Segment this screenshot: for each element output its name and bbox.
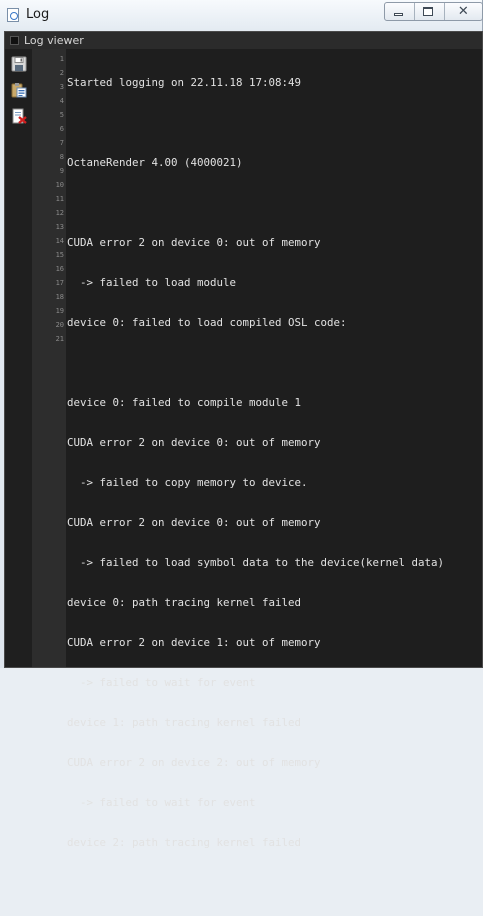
log-line: -> failed to load module	[67, 276, 237, 289]
copy-log-button[interactable]	[11, 82, 27, 98]
minimize-icon	[394, 13, 403, 16]
log-line: device 1: path tracing kernel failed	[67, 716, 302, 729]
clear-log-button[interactable]	[11, 108, 27, 124]
line-number: 5	[59, 111, 64, 119]
log-line: device 2: path tracing kernel failed	[67, 836, 302, 849]
log-line: -> failed to wait for event	[67, 676, 256, 689]
copy-to-clipboard-icon	[11, 83, 27, 98]
line-number: 7	[59, 139, 64, 147]
panel-toggle[interactable]	[10, 36, 19, 45]
line-numbers: 1 2 3 4 5 6 7 8 9 10 11 12 13 14 15 16 1…	[32, 52, 64, 346]
panel-header: Log viewer	[5, 32, 482, 49]
log-line: -> failed to load symbol data to the dev…	[67, 556, 445, 569]
panel-title: Log viewer	[24, 34, 84, 47]
close-icon: ✕	[457, 4, 469, 19]
line-number: 3	[59, 83, 64, 91]
line-number: 1	[59, 55, 64, 63]
line-number: 4	[59, 97, 64, 105]
log-line: CUDA error 2 on device 0: out of memory	[67, 516, 321, 529]
log-line: CUDA error 2 on device 2: out of memory	[67, 756, 321, 769]
maximize-button[interactable]	[415, 3, 445, 20]
log-line: CUDA error 2 on device 0: out of memory	[67, 236, 321, 249]
line-number: 19	[55, 307, 64, 315]
save-log-button[interactable]	[11, 56, 27, 72]
log-line: device 0: path tracing kernel failed	[67, 596, 302, 609]
line-number: 18	[55, 293, 64, 301]
line-number: 2	[59, 69, 64, 77]
log-line: device 0: failed to compile module 1	[67, 396, 302, 409]
close-button[interactable]: ✕	[445, 3, 482, 20]
minimize-button[interactable]	[385, 3, 415, 20]
app-icon	[7, 8, 19, 22]
line-number: 16	[55, 265, 64, 273]
line-number: 21	[55, 335, 64, 343]
caption-buttons: ✕	[384, 2, 483, 21]
line-number: 11	[55, 195, 64, 203]
title-bar[interactable]: Log ✕	[0, 0, 483, 30]
line-number: 14	[55, 237, 64, 245]
log-line: device 0: failed to load compiled OSL co…	[67, 316, 347, 329]
log-line: -> failed to copy memory to device.	[67, 476, 308, 489]
save-icon	[11, 56, 27, 72]
line-number: 20	[55, 321, 64, 329]
log-line: CUDA error 2 on device 1: out of memory	[67, 636, 321, 649]
line-number: 8	[59, 153, 64, 161]
log-line: OctaneRender 4.00 (4000021)	[67, 156, 243, 169]
log-toolbar	[5, 49, 32, 667]
line-number: 15	[55, 251, 64, 259]
line-number: 17	[55, 279, 64, 287]
clear-log-icon	[12, 108, 27, 124]
log-viewer-panel: Log viewer 1 2 3 4 5 6 7 8 9 10 11 12 13…	[4, 31, 483, 849]
line-number: 6	[59, 125, 64, 133]
line-number: 9	[59, 167, 64, 175]
log-line: CUDA error 2 on device 0: out of memory	[67, 436, 321, 449]
line-number: 13	[55, 223, 64, 231]
line-number: 10	[55, 181, 64, 189]
log-line: Started logging on 22.11.18 17:08:49	[67, 76, 302, 89]
window-title: Log	[26, 7, 50, 22]
line-number: 12	[55, 209, 64, 217]
log-line: -> failed to wait for event	[67, 796, 256, 809]
maximize-icon	[422, 7, 433, 16]
log-window: Log ✕ Log viewer 1 2 3 4 5 6 7 8 9 10 11…	[0, 0, 483, 849]
log-lines[interactable]: Started logging on 22.11.18 17:08:49 Oct…	[67, 50, 482, 916]
